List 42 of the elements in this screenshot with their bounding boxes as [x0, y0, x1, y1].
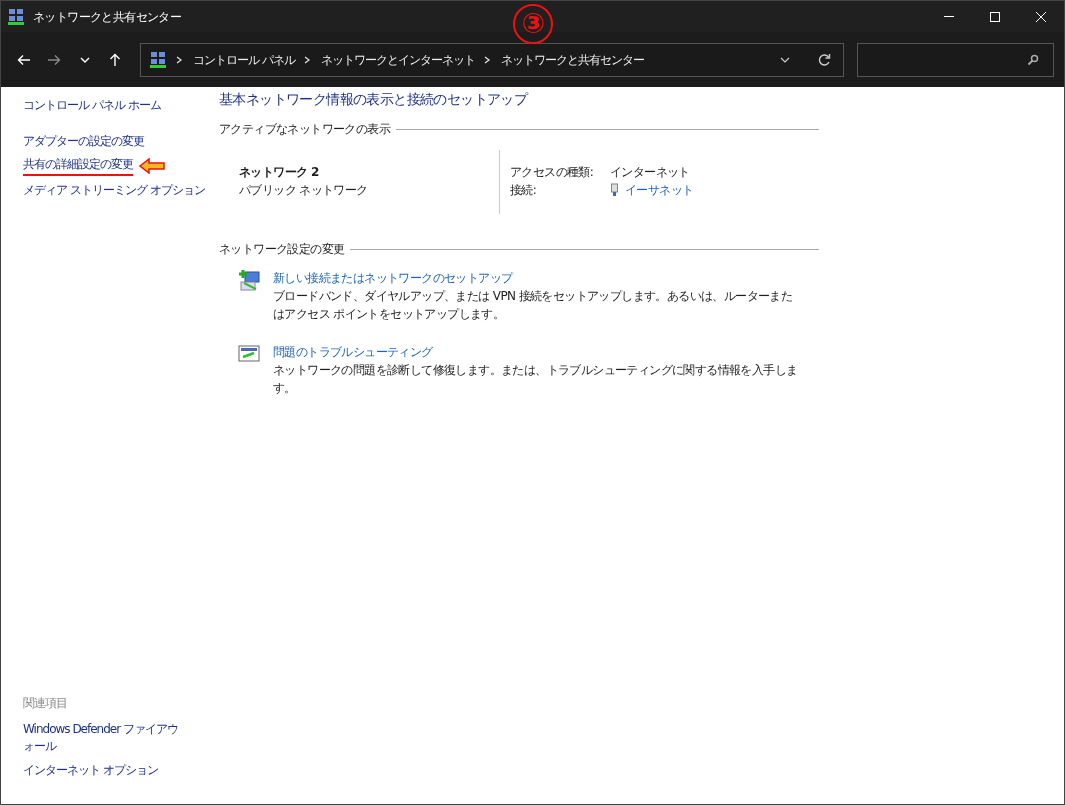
dropdown-icon[interactable] [779, 55, 790, 64]
property-label: アクセスの種類: [510, 164, 595, 181]
close-icon [1036, 11, 1046, 22]
sidebar-link[interactable]: コントロール パネル ホーム [23, 97, 161, 114]
address-bar[interactable]: コントロール パネル ネットワークとインターネット ネットワークと共有センター [139, 42, 844, 77]
refresh-icon[interactable] [816, 52, 831, 67]
arrow-icon [139, 158, 165, 174]
cable-icon [610, 183, 619, 197]
search-icon [1027, 53, 1039, 66]
chevron-icon [482, 54, 491, 65]
task-description: ネットワークの問題を診断して修復します。または、トラブルシューティングに関する情報を入手します。 [273, 362, 799, 397]
network-icon [7, 7, 25, 26]
network-type: パブリック ネットワーク [239, 182, 369, 199]
property-value: インターネット [610, 164, 690, 181]
related-link[interactable]: インターネット オプション [23, 762, 188, 779]
breadcrumb-item[interactable]: ネットワークとインターネット [320, 50, 475, 69]
minimize-icon [944, 16, 954, 17]
maximize-icon [990, 11, 1000, 22]
sidebar-link[interactable]: 共有の詳細設定の変更 [23, 156, 133, 176]
task-link[interactable]: 問題のトラブルシューティング [273, 343, 433, 361]
network-name: ネットワーク 2 [239, 164, 320, 181]
sidebar-link[interactable]: メディア ストリーミング オプション [23, 182, 205, 199]
section-title: ネットワーク設定の変更 [219, 241, 345, 258]
breadcrumb-item[interactable]: ネットワークと共有センター [500, 50, 644, 69]
related-link[interactable]: Windows Defender ファイアウォール [23, 721, 188, 755]
connection-link[interactable]: イーサネット [625, 181, 694, 199]
window-title: ネットワークと共有センター [33, 8, 182, 26]
network-icon [148, 50, 167, 69]
related-heading: 関連項目 [23, 695, 68, 712]
task-link[interactable]: 新しい接続またはネットワークのセットアップ [273, 269, 513, 287]
chevron-icon [302, 54, 311, 65]
step-number: ③ [513, 4, 553, 44]
task-description: ブロードバンド、ダイヤルアップ、または VPN 接続をセットアップします。あるいは、ルーターまたはアクセス ポイントをセットアップします。 [273, 288, 794, 323]
search-field[interactable] [856, 42, 1054, 77]
section-title: アクティブなネットワークの表示 [219, 121, 390, 138]
sidebar-link[interactable]: アダプターの設定の変更 [23, 133, 144, 150]
troubleshoot-icon [238, 343, 260, 365]
breadcrumb-item[interactable]: コントロール パネル [192, 50, 295, 69]
new-connection-icon [238, 269, 260, 291]
page-heading: 基本ネットワーク情報の表示と接続のセットアップ [219, 90, 529, 109]
chevron-icon [174, 54, 183, 65]
property-label: 接続: [510, 182, 538, 199]
